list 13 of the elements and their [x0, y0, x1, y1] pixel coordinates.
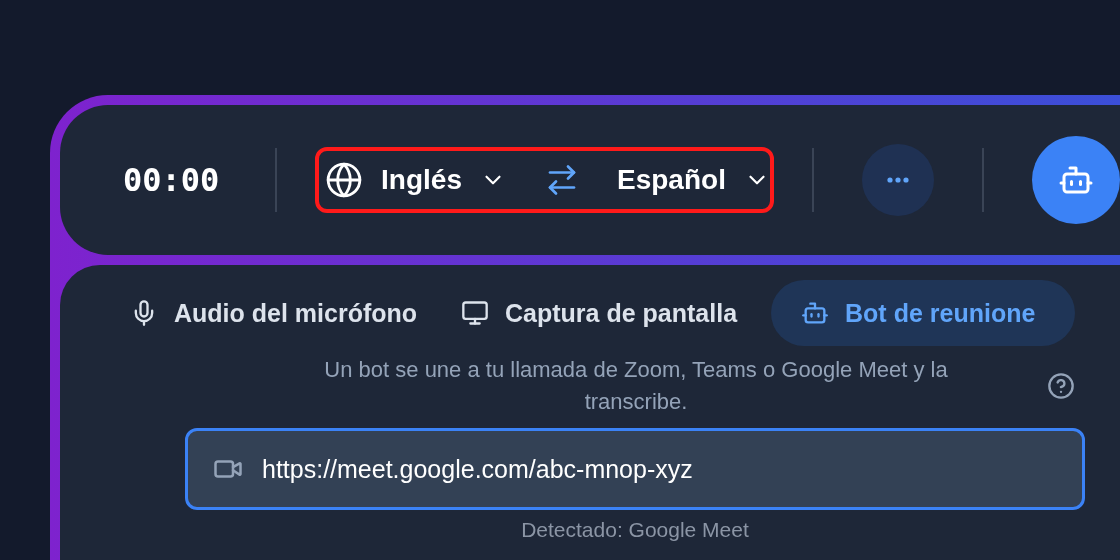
target-language-dropdown[interactable]: Español: [617, 164, 726, 196]
source-language-dropdown[interactable]: Inglés: [381, 164, 462, 196]
source-tab[interactable]: Audio del micrófono: [120, 280, 428, 346]
meeting-link-field[interactable]: https://meet.google.com/abc-mnop-xyz: [185, 428, 1085, 510]
globe-icon: [325, 161, 364, 199]
source-tab[interactable]: Captura de pantalla: [451, 280, 748, 346]
source-tab[interactable]: Bot de reunione: [771, 280, 1076, 346]
description: Un bot se une a tu llamada de Zoom, Teams o Google Meet y la transcribe.: [323, 356, 949, 416]
detected-platform: Detectado: Google Meet: [520, 518, 750, 542]
timer: 00:00: [123, 161, 221, 199]
more-icon: [887, 177, 910, 183]
help-icon[interactable]: [1047, 372, 1075, 400]
monitor-icon: [461, 299, 490, 327]
